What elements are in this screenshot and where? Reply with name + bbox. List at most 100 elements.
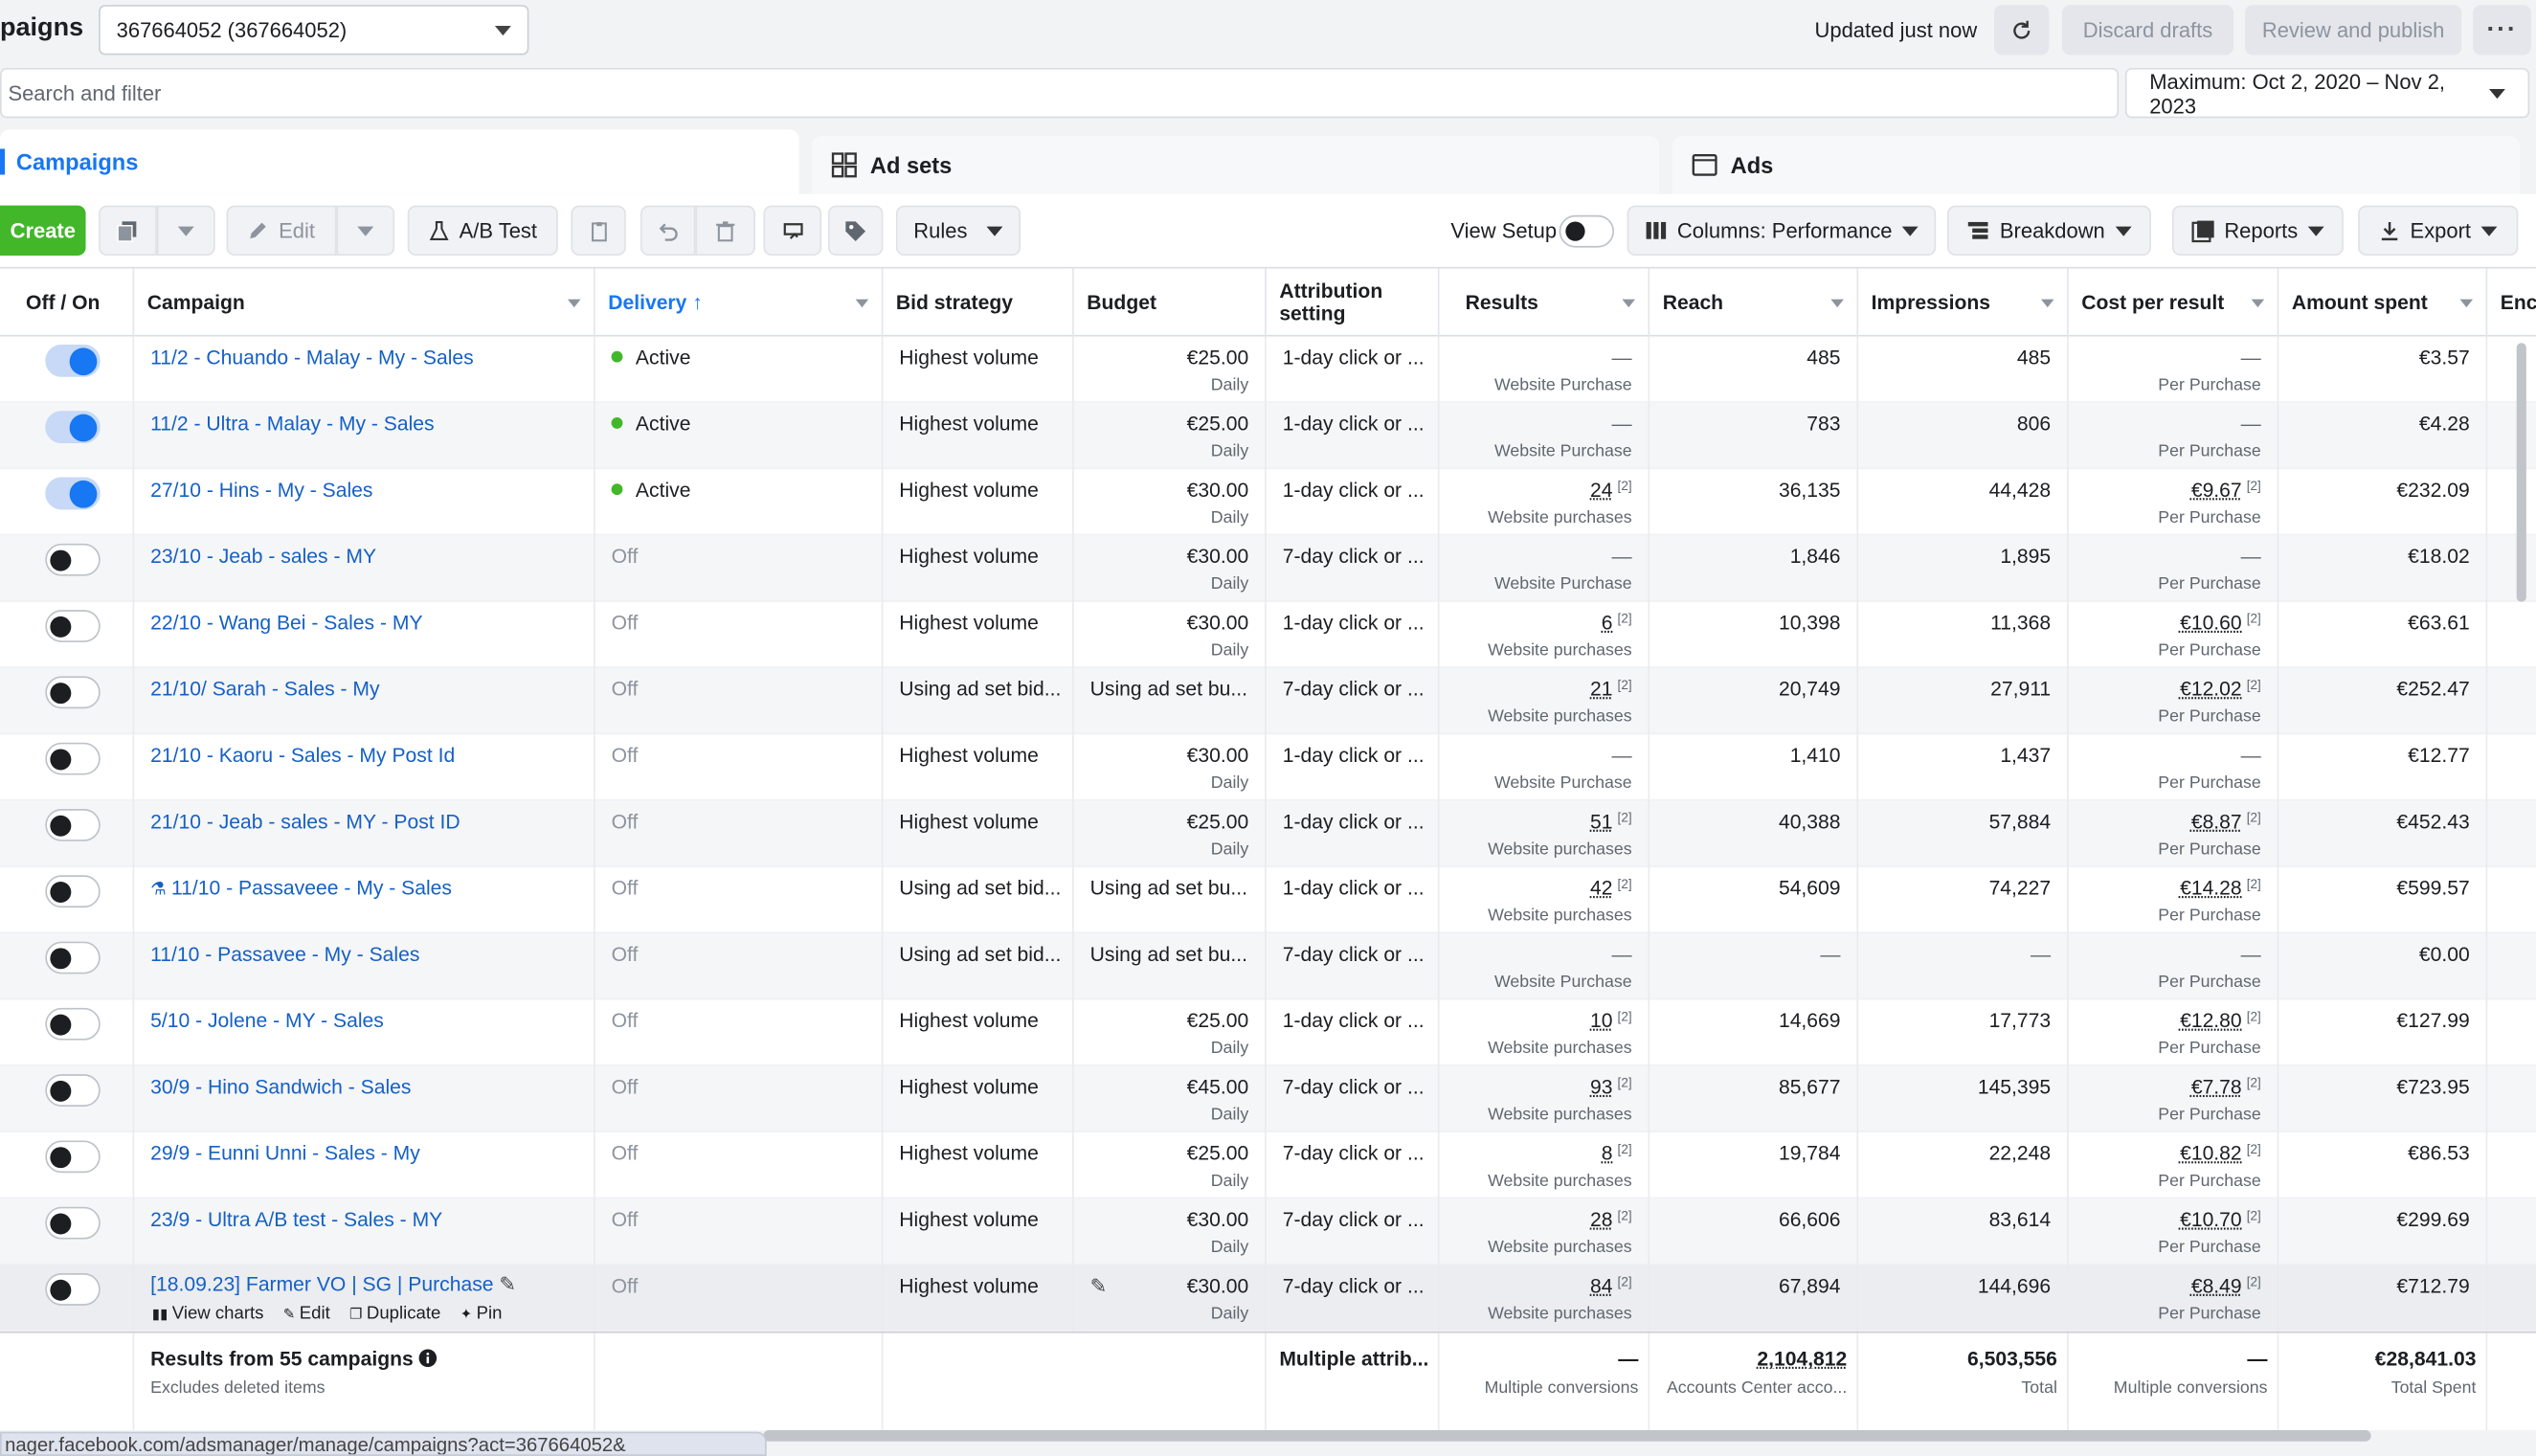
draft-button[interactable] xyxy=(763,205,822,257)
cell-name-value[interactable]: 11/2 - Chuando - Malay - My - Sales xyxy=(150,347,474,370)
breakdown-button[interactable]: Breakdown xyxy=(1947,205,2151,257)
campaign-name-link[interactable]: 29/9 - Eunni Unni - Sales - My xyxy=(150,1142,420,1165)
campaign-name-link[interactable]: [18.09.23] Farmer VO | SG | Purchase xyxy=(150,1273,493,1296)
campaign-on-off-toggle[interactable] xyxy=(45,1074,101,1107)
row-action-edit[interactable]: ✎ Edit xyxy=(283,1304,330,1323)
cell-cpr-number[interactable]: €12.80 xyxy=(2180,1010,2242,1033)
rules-button[interactable]: Rules xyxy=(895,205,1021,257)
cell-name[interactable]: 11/2 - Ultra - Malay - My - Sales xyxy=(134,402,595,470)
campaign-name-link[interactable]: 23/10 - Jeab - sales - MY xyxy=(150,546,376,569)
cell-name[interactable]: 5/10 - Jolene - MY - Sales xyxy=(134,999,595,1066)
pencil-icon[interactable]: ✎ xyxy=(1090,1273,1108,1298)
column-header-bid-strategy[interactable]: Bid strategy xyxy=(883,268,1074,337)
campaign-on-off-toggle[interactable] xyxy=(45,941,101,974)
account-selector[interactable]: 367664052 (367664052) xyxy=(99,5,529,56)
columns-button[interactable]: Columns: Performance xyxy=(1627,205,1937,257)
cell-name-value[interactable]: 22/10 - Wang Bei - Sales - MY xyxy=(150,612,422,635)
campaign-on-off-toggle[interactable] xyxy=(45,543,101,576)
tab-campaigns[interactable]: Campaigns xyxy=(0,129,799,194)
ab-test-button[interactable]: A/B Test xyxy=(407,205,558,257)
edit-dropdown-button[interactable] xyxy=(336,205,395,257)
column-header-campaign[interactable]: Campaign xyxy=(134,268,595,337)
campaign-name-link[interactable]: 23/9 - Ultra A/B test - Sales - MY xyxy=(150,1208,442,1231)
campaign-on-off-toggle[interactable] xyxy=(45,477,101,510)
cell-results-number[interactable]: 10 xyxy=(1590,1010,1612,1033)
cell-name[interactable]: 27/10 - Hins - My - Sales xyxy=(134,469,595,536)
cell-results-number[interactable]: 24 xyxy=(1590,479,1612,502)
tab-ad-sets[interactable]: Ad sets xyxy=(812,135,1660,194)
create-button[interactable]: Create xyxy=(0,205,86,257)
duplicate-button[interactable] xyxy=(99,205,157,257)
campaign-name-link[interactable]: 11/10 - Passaveee - My - Sales xyxy=(171,877,452,900)
campaign-name-link[interactable]: 11/10 - Passavee - My - Sales xyxy=(150,943,419,966)
cell-cpr-number[interactable]: €10.60 xyxy=(2180,612,2242,635)
table-row[interactable]: 23/10 - Jeab - sales - MY Off Highest volu… xyxy=(0,535,2536,602)
campaign-on-off-toggle[interactable] xyxy=(45,1273,101,1306)
search-filter-input[interactable]: Search and filter xyxy=(0,67,2120,119)
campaign-on-off-toggle[interactable] xyxy=(45,742,101,775)
table-row[interactable]: 30/9 - Hino Sandwich - Sales Off Highest v… xyxy=(0,1065,2536,1132)
date-range-picker[interactable]: Maximum: Oct 2, 2020 – Nov 2, 2023 xyxy=(2124,67,2530,119)
campaign-name-link[interactable]: 22/10 - Wang Bei - Sales - MY xyxy=(150,612,422,635)
campaign-name-link[interactable]: 5/10 - Jolene - MY - Sales xyxy=(150,1010,384,1033)
campaign-name-link[interactable]: 11/2 - Chuando - Malay - My - Sales xyxy=(150,347,474,370)
clipboard-button[interactable] xyxy=(571,205,626,257)
cell-name[interactable]: 11/2 - Chuando - Malay - My - Sales xyxy=(134,336,595,403)
cell-results-number[interactable]: 42 xyxy=(1590,877,1612,900)
more-options-button[interactable]: ··· xyxy=(2473,5,2531,56)
cell-name-value[interactable]: 23/10 - Jeab - sales - MY xyxy=(150,546,376,569)
review-publish-button[interactable]: Review and publish xyxy=(2244,5,2462,56)
cell-results-number[interactable]: 21 xyxy=(1590,678,1612,701)
cell-results-number[interactable]: 28 xyxy=(1590,1208,1612,1231)
cell-cpr-number[interactable]: €10.70 xyxy=(2180,1208,2242,1231)
pencil-icon[interactable]: ✎ xyxy=(494,1273,516,1296)
duplicate-dropdown-button[interactable] xyxy=(156,205,215,257)
cell-name[interactable]: 23/10 - Jeab - sales - MY xyxy=(134,535,595,602)
cell-name-value[interactable]: 27/10 - Hins - My - Sales xyxy=(150,479,372,502)
table-row[interactable]: 23/9 - Ultra A/B test - Sales - MY Off Hig… xyxy=(0,1198,2536,1266)
cell-cpr-number[interactable]: €12.02 xyxy=(2180,678,2242,701)
undo-button[interactable] xyxy=(640,205,696,257)
table-row[interactable]: [18.09.23] Farmer VO | SG | Purchase ✎ Of… xyxy=(0,1265,2536,1332)
table-row[interactable]: 27/10 - Hins - My - Sales Active Highest v… xyxy=(0,469,2536,536)
table-row[interactable]: ⚗ 11/10 - Passaveee - My - Sales Off Using… xyxy=(0,866,2536,934)
delete-button[interactable] xyxy=(695,205,755,257)
cell-results-number[interactable]: 84 xyxy=(1590,1275,1612,1298)
table-row[interactable]: 21/10 - Jeab - sales - MY - Post ID Off Hi… xyxy=(0,800,2536,867)
cell-name-value[interactable]: ⚗ 11/10 - Passaveee - My - Sales xyxy=(150,877,452,900)
campaign-on-off-toggle[interactable] xyxy=(45,1206,101,1240)
refresh-button[interactable] xyxy=(1994,5,2050,56)
cell-name-value[interactable]: [18.09.23] Farmer VO | SG | Purchase ✎ xyxy=(150,1271,516,1296)
table-row[interactable]: 5/10 - Jolene - MY - Sales Off Highest vol… xyxy=(0,999,2536,1066)
info-icon[interactable] xyxy=(418,1349,438,1368)
edit-button[interactable]: Edit xyxy=(226,205,337,257)
cell-name[interactable]: 21/10 - Jeab - sales - MY - Post ID xyxy=(134,800,595,867)
cell-results-number[interactable]: 6 xyxy=(1602,612,1613,635)
campaign-name-link[interactable]: 21/10 - Jeab - sales - MY - Post ID xyxy=(150,811,460,834)
table-row[interactable]: 21/10/ Sarah - Sales - My Off Using ad set… xyxy=(0,667,2536,735)
cell-name[interactable]: 22/10 - Wang Bei - Sales - MY xyxy=(134,601,595,668)
cell-name[interactable]: 30/9 - Hino Sandwich - Sales xyxy=(134,1065,595,1132)
cell-name[interactable]: 21/10/ Sarah - Sales - My xyxy=(134,667,595,735)
column-header-results[interactable]: Results xyxy=(1440,268,1650,337)
table-row[interactable]: 22/10 - Wang Bei - Sales - MY Off Highest … xyxy=(0,601,2536,668)
column-header-impressions[interactable]: Impressions xyxy=(1858,268,2069,337)
cell-name-value[interactable]: 30/9 - Hino Sandwich - Sales xyxy=(150,1076,411,1099)
discard-drafts-button[interactable]: Discard drafts xyxy=(2061,5,2234,56)
campaign-name-link[interactable]: 21/10/ Sarah - Sales - My xyxy=(150,678,379,701)
cell-name-value[interactable]: 23/9 - Ultra A/B test - Sales - MY xyxy=(150,1208,442,1231)
column-header-reach[interactable]: Reach xyxy=(1650,268,1859,337)
campaign-on-off-toggle[interactable] xyxy=(45,1007,101,1041)
cell-name[interactable]: 21/10 - Kaoru - Sales - My Post Id xyxy=(134,734,595,801)
campaign-on-off-toggle[interactable] xyxy=(45,809,101,841)
cell-name-value[interactable]: 29/9 - Eunni Unni - Sales - My xyxy=(150,1142,420,1165)
cell-name[interactable]: 23/9 - Ultra A/B test - Sales - MY xyxy=(134,1198,595,1266)
cell-results-number[interactable]: 8 xyxy=(1602,1142,1613,1165)
campaign-name-link[interactable]: 21/10 - Kaoru - Sales - My Post Id xyxy=(150,744,455,767)
tab-ads[interactable]: Ads xyxy=(1672,135,2521,194)
cell-cpr-number[interactable]: €7.78 xyxy=(2191,1076,2242,1099)
cell-cpr-number[interactable]: €9.67 xyxy=(2191,479,2242,502)
campaign-on-off-toggle[interactable] xyxy=(45,875,101,908)
cell-cpr-number[interactable]: €8.49 xyxy=(2191,1275,2242,1298)
table-row[interactable]: 29/9 - Eunni Unni - Sales - My Off Highest… xyxy=(0,1132,2536,1199)
